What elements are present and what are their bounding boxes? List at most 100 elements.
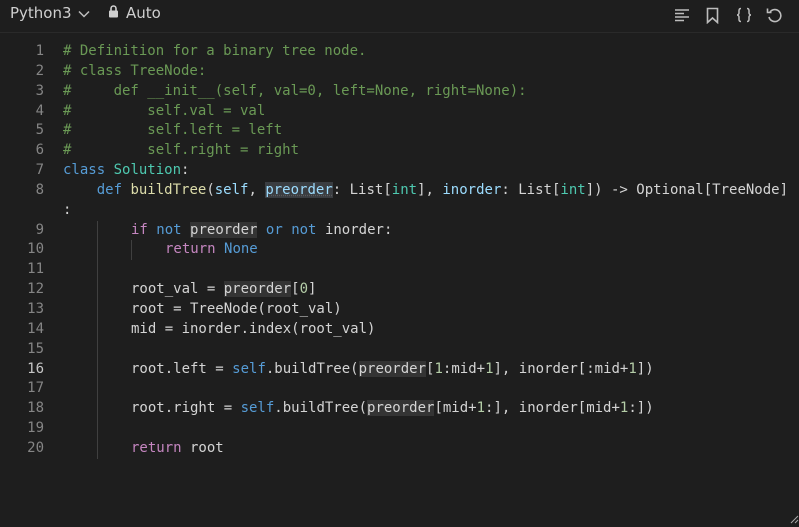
token-type: int [560, 182, 585, 198]
token-keyword: def [97, 182, 122, 198]
line-number: 16 [0, 360, 44, 380]
code-line[interactable]: 9 if not preorder or not inorder: [0, 221, 799, 241]
code-line[interactable]: 13 root = TreeNode(root_val) [0, 300, 799, 320]
token-variable: preorder [359, 361, 426, 377]
token-punct: :]) [628, 400, 653, 416]
language-selector[interactable]: Python3 [10, 4, 90, 22]
token-function: buildTree [130, 182, 206, 198]
token-param: preorder [265, 182, 332, 198]
code-line[interactable]: 11 [0, 260, 799, 280]
indent-guide [97, 280, 98, 300]
format-icon[interactable] [671, 5, 692, 25]
indent-guide [97, 399, 98, 419]
line-number: 15 [0, 340, 44, 360]
indent-guide [97, 320, 98, 340]
code-text: # self.val = val [63, 102, 265, 122]
token-text: root.right = [131, 400, 241, 416]
code-line[interactable]: 6 # self.right = right [0, 141, 799, 161]
line-number: 11 [0, 260, 44, 280]
code-text: # Definition for a binary tree node. [63, 42, 366, 62]
lock-icon [108, 4, 119, 22]
token-text: :], inorder[mid+ [485, 400, 620, 416]
braces-icon[interactable] [733, 5, 754, 25]
token-text: root.left = [131, 361, 232, 377]
token-number: 0 [300, 281, 308, 297]
token-punct: ] [308, 281, 316, 297]
line-number: 5 [0, 121, 44, 141]
indent-guide [97, 439, 98, 459]
token-control: return [131, 440, 182, 456]
code-line[interactable]: 17 [0, 379, 799, 399]
line-number: 7 [0, 161, 44, 181]
auto-mode-label: Auto [126, 4, 161, 22]
auto-mode-indicator[interactable]: Auto [108, 4, 161, 22]
code-text: def buildTree(self, preorder: List[int],… [63, 181, 788, 201]
token-number: 1 [434, 361, 442, 377]
code-text: # class TreeNode: [63, 62, 206, 82]
token-variable: inorder [325, 222, 384, 238]
chevron-down-icon [78, 4, 90, 22]
code-text: # self.left = left [63, 121, 282, 141]
code-line[interactable]: 1 # Definition for a binary tree node. [0, 42, 799, 62]
indent-guide [97, 340, 98, 360]
code-line[interactable]: 15 [0, 340, 799, 360]
token-class: Solution [114, 162, 181, 178]
line-number: 14 [0, 320, 44, 340]
reset-icon[interactable] [764, 5, 785, 25]
token-type: Optional [636, 182, 703, 198]
code-text: root_val = preorder[0] [131, 280, 316, 300]
line-number: 12 [0, 280, 44, 300]
code-text: : [63, 201, 71, 221]
indent-guide [97, 419, 98, 439]
bookmark-icon[interactable] [702, 5, 723, 25]
indent-guide [97, 379, 98, 399]
token-punct: [ [291, 281, 299, 297]
line-number: 4 [0, 102, 44, 122]
code-text: root.left = self.buildTree(preorder[1:mi… [131, 360, 654, 380]
token-variable: preorder [190, 222, 257, 238]
token-text: ], inorder[:mid+ [494, 361, 629, 377]
code-line[interactable]: 12 root_val = preorder[0] [0, 280, 799, 300]
code-line[interactable]: 20 return root [0, 439, 799, 459]
code-editor[interactable]: 1 # Definition for a binary tree node. 2… [0, 42, 799, 459]
line-number: 3 [0, 82, 44, 102]
token-variable: preorder [224, 281, 291, 297]
code-line[interactable]: 3 # def __init__(self, val=0, left=None,… [0, 82, 799, 102]
token-number: 1 [485, 361, 493, 377]
line-number: 17 [0, 379, 44, 399]
code-line[interactable]: 7 class Solution: [0, 161, 799, 181]
code-line[interactable]: 2 # class TreeNode: [0, 62, 799, 82]
token-punct: ]) [637, 361, 654, 377]
code-line[interactable]: 14 mid = inorder.index(root_val) [0, 320, 799, 340]
indent-guide [97, 300, 98, 320]
code-line[interactable]: 8 def buildTree(self, preorder: List[int… [0, 181, 799, 201]
token-control: if [131, 222, 148, 238]
resize-handle-icon[interactable] [789, 514, 799, 524]
line-number: 2 [0, 62, 44, 82]
token-control: return [165, 241, 216, 257]
code-text: # def __init__(self, val=0, left=None, r… [63, 82, 527, 102]
token-keyword: self [232, 361, 266, 377]
line-number: 6 [0, 141, 44, 161]
token-type: int [392, 182, 417, 198]
code-line[interactable]: 19 [0, 419, 799, 439]
token-text: .buildTree( [266, 361, 359, 377]
code-line[interactable]: 5 # self.left = left [0, 121, 799, 141]
editor-toolbar: Python3 Auto [0, 0, 799, 30]
token-keyword: not [156, 222, 181, 238]
code-line[interactable]: 4 # self.val = val [0, 102, 799, 122]
code-line-active[interactable]: 16 root.left = self.buildTree(preorder[1… [0, 360, 799, 380]
token-keyword: not [291, 222, 316, 238]
code-line[interactable]: 10 return None [0, 240, 799, 260]
line-number: 18 [0, 399, 44, 419]
code-line-wrap[interactable]: : [0, 201, 799, 221]
line-number: 8 [0, 181, 44, 201]
token-param: inorder [442, 182, 501, 198]
token-type: TreeNode [712, 182, 779, 198]
code-text: mid = inorder.index(root_val) [131, 320, 375, 340]
token-text: .buildTree( [274, 400, 367, 416]
code-line[interactable]: 18 root.right = self.buildTree(preorder[… [0, 399, 799, 419]
indent-guide [97, 240, 98, 260]
code-text: # self.right = right [63, 141, 299, 161]
indent-guide [97, 221, 98, 241]
